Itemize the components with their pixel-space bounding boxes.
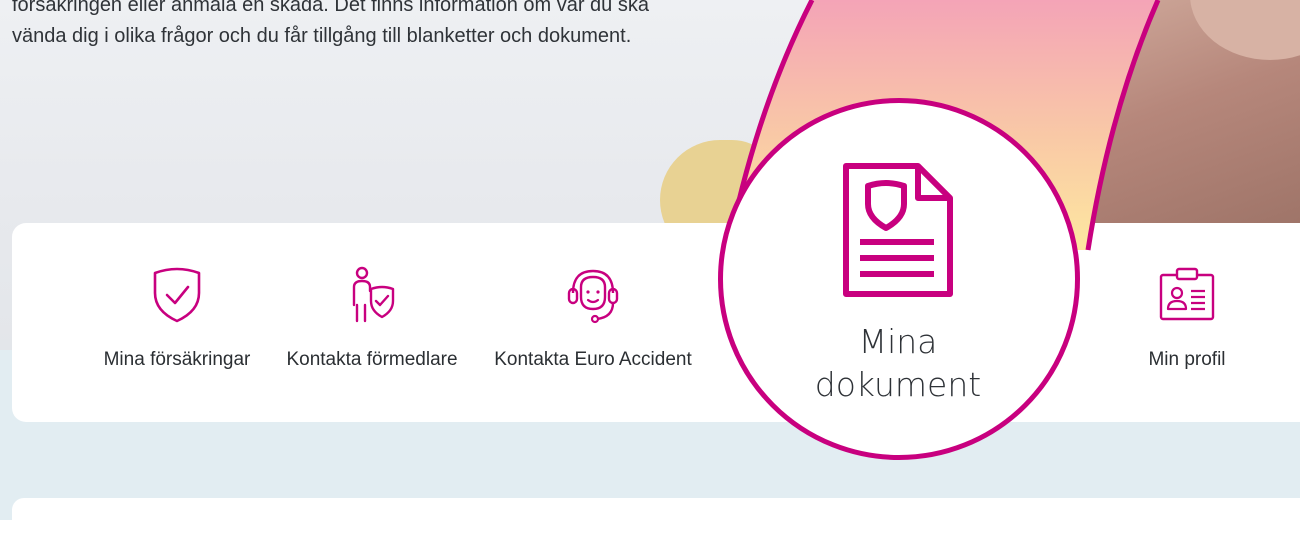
person-shield-icon: [352, 266, 395, 323]
quick-nav-card: Mina försäkringar Kontakta förmedlare Ko…: [12, 223, 1300, 422]
document-shield-icon: [843, 163, 953, 297]
nav-item-label: Kontakta förmedlare: [286, 349, 458, 370]
nav-item-mina-forsakringar[interactable]: Mina försäkringar: [97, 223, 257, 422]
nav-item-kontakta-formedlare[interactable]: Kontakta förmedlare: [280, 223, 464, 422]
spotlight-label-line2: dokument: [814, 365, 982, 404]
spotlight-label-line1: Mina: [858, 322, 938, 361]
nav-item-label: Kontakta Euro Accident: [494, 349, 692, 370]
headset-support-icon: [567, 269, 619, 324]
nav-item-label: Mina försäkringar: [103, 349, 251, 370]
nav-item-kontakta-euro-accident[interactable]: Kontakta Euro Accident: [488, 223, 698, 422]
content-card: [12, 498, 1300, 538]
hero-intro-text: försäkringen eller anmäla en skada. Det …: [12, 0, 649, 47]
nav-item-label: Min profil: [1148, 349, 1226, 370]
nav-item-min-profil[interactable]: Min profil: [1132, 223, 1242, 422]
hero-photo: [1080, 0, 1300, 230]
id-card-icon: [1159, 267, 1215, 321]
shield-check-icon: [153, 267, 201, 323]
nav-item-mina-dokument[interactable]: Mina dokument: [718, 320, 1078, 406]
